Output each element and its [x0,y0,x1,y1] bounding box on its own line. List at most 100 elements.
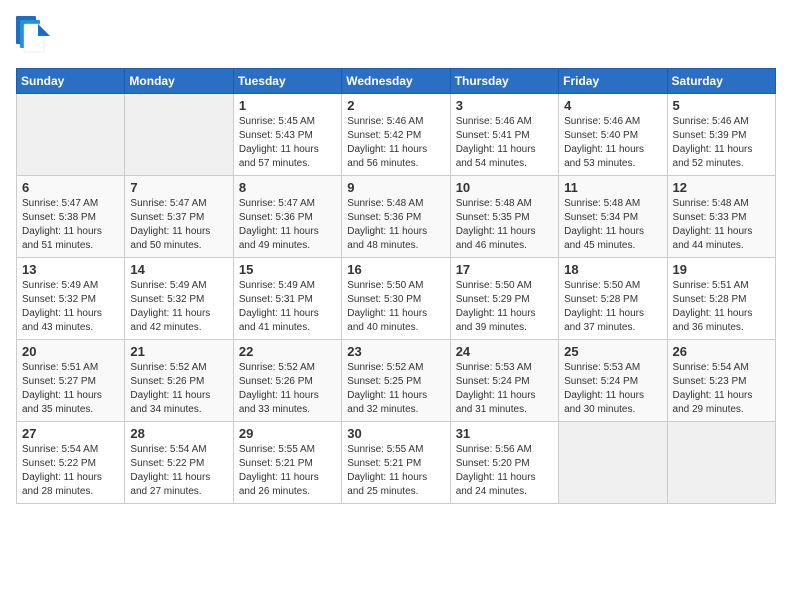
sunset-label: Sunset: 5:42 PM [347,130,421,141]
daylight-label: Daylight: 11 hours and 54 minutes. [456,144,536,169]
calendar-cell: 18 Sunrise: 5:50 AM Sunset: 5:28 PM Dayl… [559,258,667,340]
sunset-label: Sunset: 5:24 PM [564,376,638,387]
calendar-cell: 25 Sunrise: 5:53 AM Sunset: 5:24 PM Dayl… [559,340,667,422]
calendar-cell: 12 Sunrise: 5:48 AM Sunset: 5:33 PM Dayl… [667,176,775,258]
day-info: Sunrise: 5:46 AM Sunset: 5:40 PM Dayligh… [564,115,661,171]
sunset-label: Sunset: 5:29 PM [456,294,530,305]
sunrise-label: Sunrise: 5:48 AM [673,198,749,209]
daylight-label: Daylight: 11 hours and 51 minutes. [22,226,102,251]
sunrise-label: Sunrise: 5:50 AM [456,280,532,291]
sunrise-label: Sunrise: 5:52 AM [130,362,206,373]
calendar-week-row: 20 Sunrise: 5:51 AM Sunset: 5:27 PM Dayl… [17,340,776,422]
daylight-label: Daylight: 11 hours and 57 minutes. [239,144,319,169]
calendar-cell: 23 Sunrise: 5:52 AM Sunset: 5:25 PM Dayl… [342,340,450,422]
sunrise-label: Sunrise: 5:47 AM [239,198,315,209]
day-info: Sunrise: 5:48 AM Sunset: 5:33 PM Dayligh… [673,197,770,253]
day-number: 24 [456,344,553,359]
calendar-cell [125,94,233,176]
day-number: 7 [130,180,227,195]
calendar-cell: 2 Sunrise: 5:46 AM Sunset: 5:42 PM Dayli… [342,94,450,176]
sunrise-label: Sunrise: 5:54 AM [130,444,206,455]
day-number: 3 [456,98,553,113]
sunset-label: Sunset: 5:39 PM [673,130,747,141]
calendar-cell: 27 Sunrise: 5:54 AM Sunset: 5:22 PM Dayl… [17,422,125,504]
day-number: 21 [130,344,227,359]
day-info: Sunrise: 5:55 AM Sunset: 5:21 PM Dayligh… [347,443,444,499]
day-number: 13 [22,262,119,277]
sunset-label: Sunset: 5:30 PM [347,294,421,305]
weekday-header-row: SundayMondayTuesdayWednesdayThursdayFrid… [17,69,776,94]
weekday-header-sunday: Sunday [17,69,125,94]
day-number: 27 [22,426,119,441]
daylight-label: Daylight: 11 hours and 28 minutes. [22,472,102,497]
day-info: Sunrise: 5:46 AM Sunset: 5:39 PM Dayligh… [673,115,770,171]
daylight-label: Daylight: 11 hours and 45 minutes. [564,226,644,251]
calendar-cell: 28 Sunrise: 5:54 AM Sunset: 5:22 PM Dayl… [125,422,233,504]
daylight-label: Daylight: 11 hours and 41 minutes. [239,308,319,333]
day-number: 2 [347,98,444,113]
sunset-label: Sunset: 5:31 PM [239,294,313,305]
sunrise-label: Sunrise: 5:46 AM [347,116,423,127]
sunset-label: Sunset: 5:26 PM [239,376,313,387]
sunset-label: Sunset: 5:40 PM [564,130,638,141]
day-number: 14 [130,262,227,277]
daylight-label: Daylight: 11 hours and 43 minutes. [22,308,102,333]
daylight-label: Daylight: 11 hours and 52 minutes. [673,144,753,169]
sunset-label: Sunset: 5:43 PM [239,130,313,141]
daylight-label: Daylight: 11 hours and 30 minutes. [564,390,644,415]
day-number: 16 [347,262,444,277]
calendar-cell: 7 Sunrise: 5:47 AM Sunset: 5:37 PM Dayli… [125,176,233,258]
sunset-label: Sunset: 5:28 PM [673,294,747,305]
sunset-label: Sunset: 5:27 PM [22,376,96,387]
daylight-label: Daylight: 11 hours and 29 minutes. [673,390,753,415]
weekday-header-saturday: Saturday [667,69,775,94]
day-number: 6 [22,180,119,195]
day-number: 23 [347,344,444,359]
daylight-label: Daylight: 11 hours and 34 minutes. [130,390,210,415]
sunset-label: Sunset: 5:41 PM [456,130,530,141]
sunrise-label: Sunrise: 5:51 AM [673,280,749,291]
sunset-label: Sunset: 5:22 PM [130,458,204,469]
sunrise-label: Sunrise: 5:55 AM [347,444,423,455]
sunset-label: Sunset: 5:36 PM [239,212,313,223]
weekday-header-wednesday: Wednesday [342,69,450,94]
sunrise-label: Sunrise: 5:46 AM [564,116,640,127]
daylight-label: Daylight: 11 hours and 44 minutes. [673,226,753,251]
daylight-label: Daylight: 11 hours and 26 minutes. [239,472,319,497]
daylight-label: Daylight: 11 hours and 39 minutes. [456,308,536,333]
calendar-cell: 21 Sunrise: 5:52 AM Sunset: 5:26 PM Dayl… [125,340,233,422]
day-info: Sunrise: 5:45 AM Sunset: 5:43 PM Dayligh… [239,115,336,171]
sunset-label: Sunset: 5:34 PM [564,212,638,223]
weekday-header-tuesday: Tuesday [233,69,341,94]
sunrise-label: Sunrise: 5:45 AM [239,116,315,127]
day-info: Sunrise: 5:51 AM Sunset: 5:28 PM Dayligh… [673,279,770,335]
sunset-label: Sunset: 5:20 PM [456,458,530,469]
sunrise-label: Sunrise: 5:54 AM [673,362,749,373]
calendar-cell: 11 Sunrise: 5:48 AM Sunset: 5:34 PM Dayl… [559,176,667,258]
sunrise-label: Sunrise: 5:50 AM [564,280,640,291]
weekday-header-monday: Monday [125,69,233,94]
sunset-label: Sunset: 5:28 PM [564,294,638,305]
calendar-week-row: 27 Sunrise: 5:54 AM Sunset: 5:22 PM Dayl… [17,422,776,504]
day-info: Sunrise: 5:49 AM Sunset: 5:32 PM Dayligh… [130,279,227,335]
day-number: 22 [239,344,336,359]
day-number: 12 [673,180,770,195]
daylight-label: Daylight: 11 hours and 31 minutes. [456,390,536,415]
day-info: Sunrise: 5:50 AM Sunset: 5:28 PM Dayligh… [564,279,661,335]
day-info: Sunrise: 5:56 AM Sunset: 5:20 PM Dayligh… [456,443,553,499]
calendar-table: SundayMondayTuesdayWednesdayThursdayFrid… [16,68,776,504]
calendar-cell: 14 Sunrise: 5:49 AM Sunset: 5:32 PM Dayl… [125,258,233,340]
day-info: Sunrise: 5:53 AM Sunset: 5:24 PM Dayligh… [456,361,553,417]
calendar-cell: 3 Sunrise: 5:46 AM Sunset: 5:41 PM Dayli… [450,94,558,176]
calendar-cell: 15 Sunrise: 5:49 AM Sunset: 5:31 PM Dayl… [233,258,341,340]
day-number: 17 [456,262,553,277]
daylight-label: Daylight: 11 hours and 27 minutes. [130,472,210,497]
sunset-label: Sunset: 5:21 PM [239,458,313,469]
day-number: 4 [564,98,661,113]
sunrise-label: Sunrise: 5:52 AM [347,362,423,373]
sunrise-label: Sunrise: 5:46 AM [673,116,749,127]
day-number: 26 [673,344,770,359]
sunrise-label: Sunrise: 5:55 AM [239,444,315,455]
calendar-week-row: 1 Sunrise: 5:45 AM Sunset: 5:43 PM Dayli… [17,94,776,176]
sunset-label: Sunset: 5:36 PM [347,212,421,223]
